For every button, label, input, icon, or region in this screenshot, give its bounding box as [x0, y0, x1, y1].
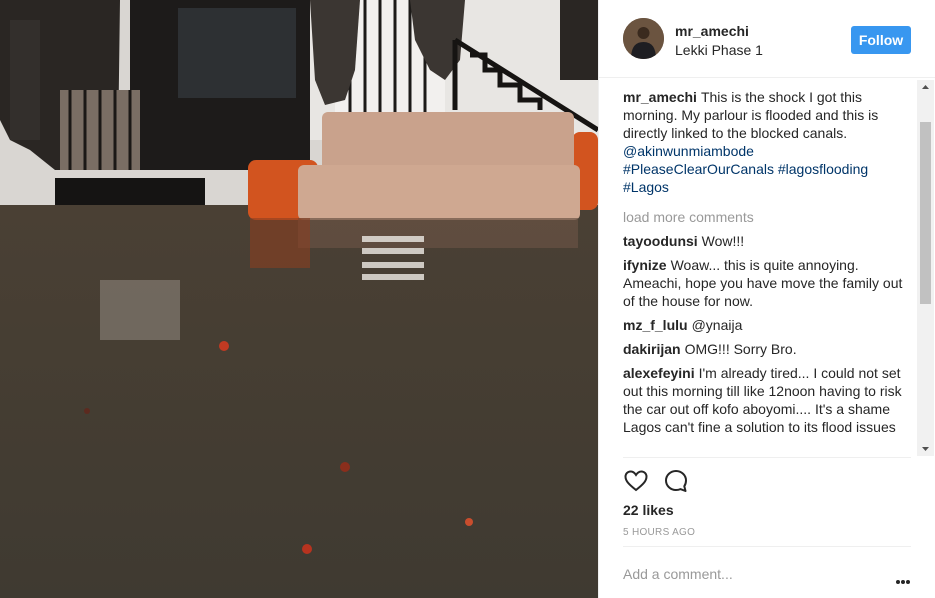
comment-bubble-icon[interactable] — [663, 468, 689, 494]
location[interactable]: Lekki Phase 1 — [675, 42, 763, 58]
comments-scrollbar[interactable] — [917, 80, 934, 456]
caption-author[interactable]: mr_amechi — [623, 89, 697, 105]
scroll-up-arrow-icon[interactable] — [917, 80, 934, 94]
comment-text: Wow!!! — [701, 233, 745, 249]
comments-list: mr_amechi This is the shock I got this mo… — [623, 88, 915, 456]
heart-icon[interactable] — [623, 468, 649, 494]
add-comment-input[interactable] — [623, 560, 873, 588]
comment-author[interactable]: ifynize — [623, 257, 667, 273]
comment-text: OMG!!! Sorry Bro. — [684, 341, 797, 357]
list-item: tayoodunsi Wow!!! — [623, 232, 915, 250]
load-more-comments[interactable]: load more comments — [623, 208, 915, 226]
comment-author[interactable]: tayoodunsi — [623, 233, 698, 249]
post-timestamp[interactable]: 5 HOURS AGO — [623, 527, 695, 538]
comment-text[interactable]: @ynaija — [692, 317, 743, 333]
divider — [623, 546, 911, 547]
caption: mr_amechi This is the shock I got this mo… — [623, 88, 915, 196]
post-photo[interactable] — [0, 0, 598, 598]
list-item: dakirijan OMG!!! Sorry Bro. — [623, 340, 915, 358]
username[interactable]: mr_amechi — [675, 23, 749, 39]
post-side-panel: mr_amechi Lekki Phase 1 Follow mr_amechi… — [598, 0, 935, 598]
list-item: mz_f_lulu @ynaija — [623, 316, 915, 334]
avatar[interactable] — [623, 18, 664, 59]
comment-author[interactable]: mz_f_lulu — [623, 317, 688, 333]
scroll-down-arrow-icon[interactable] — [917, 442, 934, 456]
divider — [623, 457, 911, 458]
post-header: mr_amechi Lekki Phase 1 Follow — [599, 0, 935, 78]
follow-button[interactable]: Follow — [851, 26, 911, 54]
flooded-room-image — [0, 0, 598, 598]
likes-count[interactable]: 22 likes — [623, 502, 674, 518]
list-item: ifynize Woaw... this is quite annoying. A… — [623, 256, 915, 310]
list-item: alexefeyini I'm already tired... I could … — [623, 364, 915, 436]
more-options-icon[interactable] — [895, 572, 911, 584]
scrollbar-thumb[interactable] — [920, 122, 931, 304]
comment-author[interactable]: alexefeyini — [623, 365, 695, 381]
caption-mention[interactable]: @akinwunmiambode — [623, 143, 754, 159]
caption-hashtags[interactable]: #PleaseClearOurCanals #lagosflooding #La… — [623, 161, 868, 195]
comment-author[interactable]: dakirijan — [623, 341, 681, 357]
